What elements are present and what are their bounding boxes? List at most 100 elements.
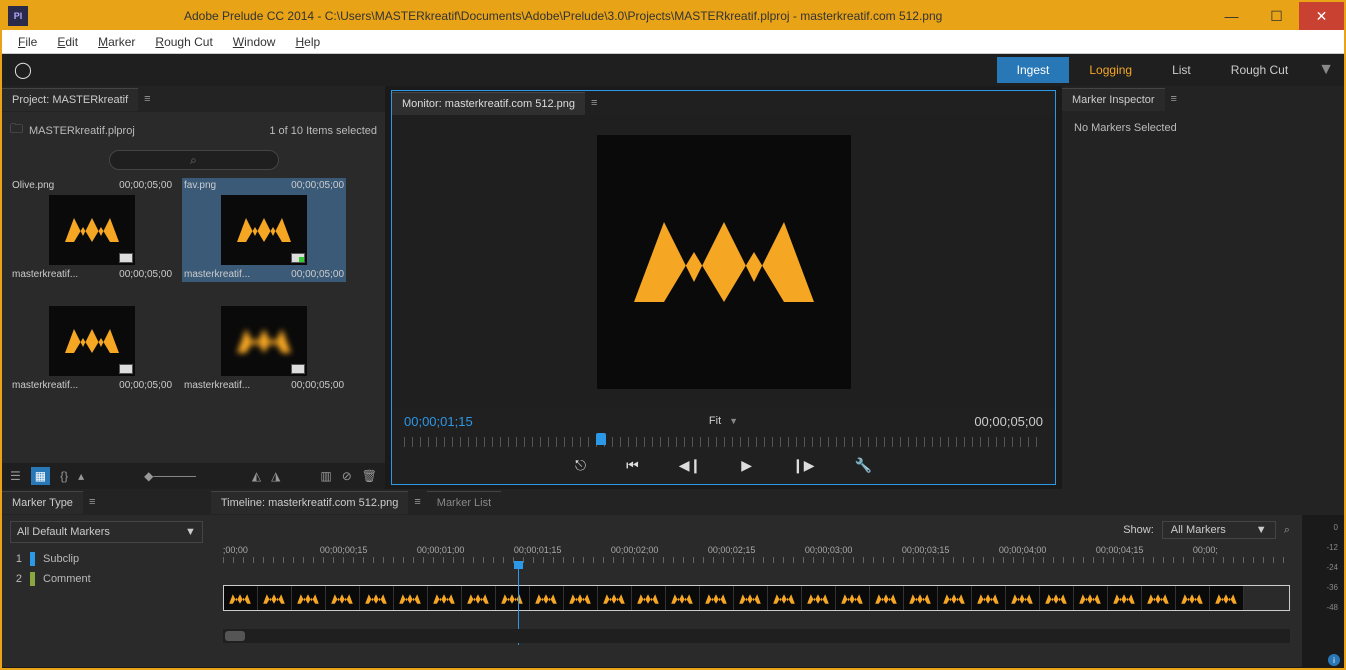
menu-roughcut[interactable]: Rough Cut bbox=[145, 33, 222, 51]
menu-help[interactable]: Help bbox=[285, 33, 330, 51]
filmstrip-frame bbox=[360, 586, 394, 611]
chevron-down-icon: ▼ bbox=[729, 416, 738, 426]
thumbnail-item[interactable]: fav.png00;00;05;00masterkreatif...00;00;… bbox=[182, 178, 346, 282]
filmstrip-frame bbox=[564, 586, 598, 611]
ruler-tick: ;00;00 bbox=[223, 545, 320, 555]
marker-list-tab[interactable]: Marker List bbox=[427, 491, 501, 514]
filmstrip-frame bbox=[938, 586, 972, 611]
zoom-slider-icon[interactable]: ◆───── bbox=[144, 469, 196, 483]
filmstrip-frame bbox=[1210, 586, 1244, 611]
marker-template-select[interactable]: All Default Markers ▼ bbox=[10, 521, 203, 543]
export-frame-button[interactable]: ⎋ bbox=[575, 457, 586, 474]
marker-type-menu-icon[interactable]: ≡ bbox=[83, 496, 101, 508]
thumbnail-item[interactable]: Olive.png00;00;05;00masterkreatif...00;0… bbox=[10, 178, 174, 282]
filmstrip-frame bbox=[530, 586, 564, 611]
sort-icon[interactable]: ▴ bbox=[78, 469, 84, 483]
project-tab[interactable]: Project: MASTERkreatif bbox=[2, 88, 138, 111]
meter-tick: 0 bbox=[1326, 523, 1338, 532]
step-back-button[interactable]: ◀❙ bbox=[679, 457, 702, 474]
filmstrip-frame bbox=[496, 586, 530, 611]
delete-icon[interactable]: 🗑 bbox=[362, 469, 377, 483]
thumbnail-view-icon[interactable]: ▦ bbox=[31, 467, 50, 485]
marker-swatch bbox=[30, 572, 35, 586]
image-badge-icon bbox=[119, 253, 133, 263]
zoom-in-icon[interactable]: ◭ bbox=[252, 469, 261, 483]
playhead-icon[interactable] bbox=[596, 433, 606, 445]
info-icon[interactable]: i bbox=[1328, 654, 1340, 666]
filmstrip-frame bbox=[428, 586, 462, 611]
inspector-tab[interactable]: Marker Inspector bbox=[1062, 88, 1165, 111]
ruler-tick: 00;00;03;00 bbox=[805, 545, 902, 555]
maximize-button[interactable]: ☐ bbox=[1254, 2, 1299, 30]
meter-tick: -48 bbox=[1326, 603, 1338, 612]
timeline-scrollbar[interactable] bbox=[223, 629, 1290, 643]
timeline-ruler[interactable]: ;00;0000;00;00;1500;00;01;0000;00;01;150… bbox=[223, 543, 1290, 557]
ruler-tick: 00;00; bbox=[1193, 545, 1290, 555]
menu-window[interactable]: Window bbox=[223, 33, 286, 51]
menu-edit[interactable]: Edit bbox=[47, 33, 88, 51]
timeline-tab[interactable]: Timeline: masterkreatif.com 512.png bbox=[211, 491, 409, 514]
app-icon: Pl bbox=[8, 6, 28, 26]
thumbnail-item[interactable]: masterkreatif...00;00;05;00 bbox=[182, 290, 346, 393]
marker-type-row[interactable]: 2Comment bbox=[10, 569, 203, 589]
marker-type-tab[interactable]: Marker Type bbox=[2, 491, 83, 514]
go-to-in-button[interactable]: ⏮ bbox=[626, 457, 639, 474]
monitor-viewport[interactable] bbox=[392, 115, 1055, 409]
clip-name: fav.png bbox=[184, 180, 216, 191]
play-button[interactable]: ▶ bbox=[741, 457, 752, 474]
tag-view-icon[interactable]: {} bbox=[60, 469, 68, 483]
menu-bar: File Edit Marker Rough Cut Window Help bbox=[2, 30, 1344, 54]
inspector-panel-menu-icon[interactable]: ≡ bbox=[1165, 93, 1183, 105]
project-search-input[interactable] bbox=[109, 150, 279, 170]
menu-marker[interactable]: Marker bbox=[88, 33, 145, 51]
timecode-current[interactable]: 00;00;01;15 bbox=[404, 414, 524, 429]
close-button[interactable]: ✕ bbox=[1299, 2, 1344, 30]
clip-tc: 00;00;05;00 bbox=[119, 269, 172, 280]
workspace-ingest[interactable]: Ingest bbox=[997, 57, 1070, 83]
monitor-tab[interactable]: Monitor: masterkreatif.com 512.png bbox=[392, 92, 585, 115]
filmstrip-frame bbox=[632, 586, 666, 611]
thumbnail-item[interactable]: masterkreatif...00;00;05;00 bbox=[10, 290, 174, 393]
filmstrip-frame bbox=[1074, 586, 1108, 611]
search-icon[interactable]: ⌕ bbox=[1284, 524, 1290, 537]
workspace-list[interactable]: List bbox=[1152, 57, 1211, 83]
filmstrip-frame bbox=[258, 586, 292, 611]
filmstrip-frame bbox=[836, 586, 870, 611]
filmstrip-frame bbox=[292, 586, 326, 611]
marker-inspector-panel: Marker Inspector ≡ No Markers Selected bbox=[1062, 86, 1344, 489]
clear-icon[interactable]: ⊘ bbox=[342, 469, 352, 483]
step-forward-button[interactable]: ❙▶ bbox=[792, 457, 815, 474]
monitor-panel-menu-icon[interactable]: ≡ bbox=[585, 97, 603, 109]
scrub-bar[interactable] bbox=[404, 433, 1043, 451]
marker-index: 2 bbox=[10, 573, 22, 585]
ruler-tick: 00;00;03;15 bbox=[902, 545, 999, 555]
marker-type-panel: Marker Type ≡ All Default Markers ▼ 1Sub… bbox=[2, 489, 211, 667]
list-view-icon[interactable]: ☰ bbox=[10, 469, 21, 483]
filmstrip-frame bbox=[224, 586, 258, 611]
clip-tc: 00;00;05;00 bbox=[119, 380, 172, 391]
scrollbar-thumb[interactable] bbox=[225, 631, 245, 641]
filmstrip-frame bbox=[1108, 586, 1142, 611]
project-panel-menu-icon[interactable]: ≡ bbox=[138, 93, 156, 105]
marker-filter-select[interactable]: All Markers ▼ bbox=[1162, 521, 1276, 539]
timeline-filmstrip[interactable] bbox=[223, 585, 1290, 611]
filmstrip-frame bbox=[972, 586, 1006, 611]
new-bin-icon[interactable]: ▥ bbox=[320, 469, 331, 483]
thumbnail-image bbox=[221, 306, 307, 376]
ruler-tick: 00;00;02;00 bbox=[611, 545, 708, 555]
minimize-button[interactable]: — bbox=[1209, 2, 1254, 30]
zoom-out-icon[interactable]: ◮ bbox=[271, 469, 280, 483]
workspace-menu-icon[interactable]: ▼ bbox=[1308, 61, 1344, 79]
marker-template-label: All Default Markers bbox=[17, 526, 110, 538]
ruler-tick: 00;00;04;00 bbox=[999, 545, 1096, 555]
timeline-panel-menu-icon[interactable]: ≡ bbox=[408, 496, 426, 508]
workspace-logging[interactable]: Logging bbox=[1069, 57, 1152, 83]
marker-type-row[interactable]: 1Subclip bbox=[10, 549, 203, 569]
workspace-roughcut[interactable]: Rough Cut bbox=[1211, 57, 1308, 83]
image-badge-icon bbox=[119, 364, 133, 374]
menu-file[interactable]: File bbox=[8, 33, 47, 51]
settings-button[interactable]: 🔧 bbox=[855, 457, 872, 474]
audio-meter-panel: 0-12-24-36-48 dB bbox=[1302, 489, 1344, 667]
monitor-panel: Monitor: masterkreatif.com 512.png ≡ 00;… bbox=[385, 86, 1062, 489]
zoom-fit-select[interactable]: Fit ▼ bbox=[701, 413, 746, 429]
